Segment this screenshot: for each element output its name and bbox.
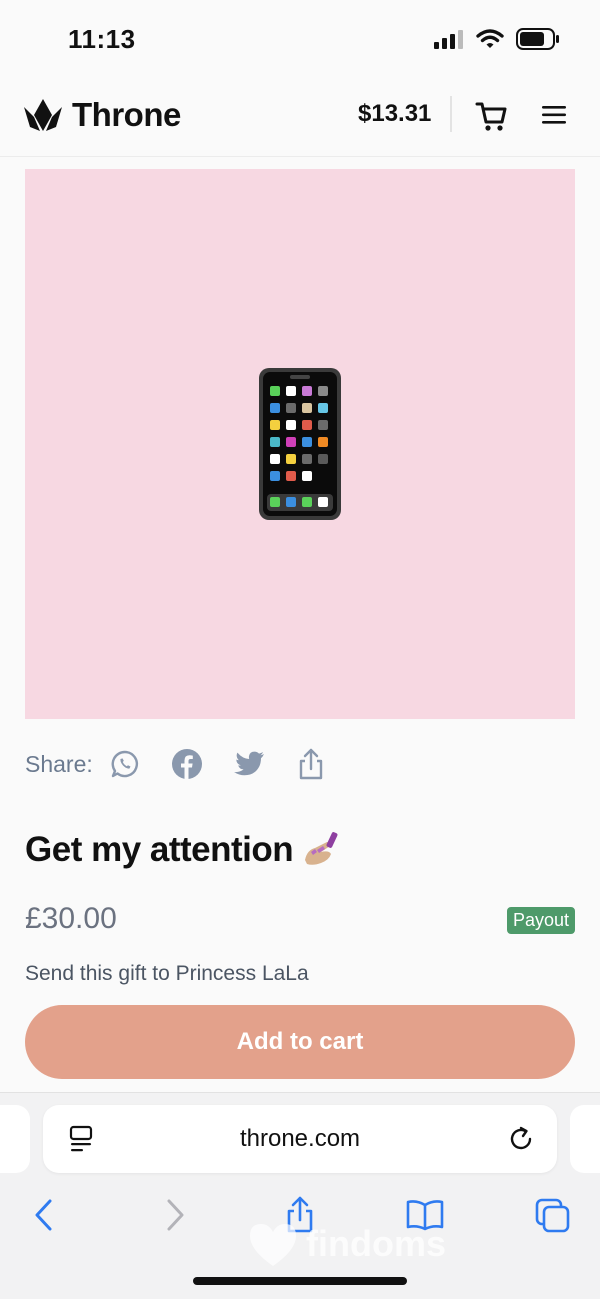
gift-recipient-text: Send this gift to Princess LaLa [25,962,309,985]
next-tab-peek[interactable] [570,1105,600,1173]
share-row: Share: [25,742,357,786]
previous-tab-peek[interactable] [0,1105,30,1173]
share-whatsapp-button[interactable] [109,748,141,780]
twitter-icon [233,751,264,776]
hamburger-menu-icon [542,106,566,124]
share-facebook-button[interactable] [171,748,203,780]
reload-icon[interactable] [507,1125,535,1153]
chevron-left-icon [35,1199,52,1231]
battery-icon [516,28,559,50]
back-button[interactable] [24,1193,64,1237]
tabs-icon [535,1198,570,1233]
product-price: £30.00 [25,902,117,935]
cellular-signal-icon [434,30,463,49]
product-title-text: Get my attention [25,830,294,869]
share-upload-icon [299,748,322,780]
whatsapp-icon [111,750,138,778]
watermark: findoms [246,1220,446,1268]
share-label: Share: [25,750,93,777]
nail-polish-icon [305,832,338,865]
facebook-icon [171,749,202,779]
address-bar[interactable]: throne.com [43,1105,557,1173]
watermark-text: findoms [306,1223,446,1264]
wifi-icon [476,29,504,48]
wallet-balance[interactable]: $13.31 [358,100,431,128]
forward-button[interactable] [155,1193,195,1237]
tabs-button[interactable] [533,1193,573,1237]
menu-button[interactable] [540,100,568,130]
payout-badge: Payout [506,907,575,934]
top-navigation: Throne $13.31 [0,80,600,157]
status-bar: 11:13 [0,0,600,80]
heart-logo-icon [250,1224,296,1266]
mobile-phone-icon [259,368,341,520]
throne-logo[interactable]: Throne [22,96,181,134]
product-image [25,169,575,719]
nav-divider [450,96,452,132]
home-indicator [193,1277,407,1285]
brand-name: Throne [72,96,181,133]
cart-button[interactable] [474,98,510,134]
product-title: Get my attention [25,830,341,870]
cart-icon [475,102,507,131]
chevron-right-icon [167,1199,184,1231]
add-to-cart-button[interactable]: Add to cart [25,1005,575,1079]
url-text: throne.com [239,1125,361,1152]
share-twitter-button[interactable] [233,748,265,780]
share-native-button[interactable] [295,748,327,780]
crown-logo-icon [24,99,62,131]
status-icons [434,28,560,50]
status-time: 11:13 [68,24,136,54]
